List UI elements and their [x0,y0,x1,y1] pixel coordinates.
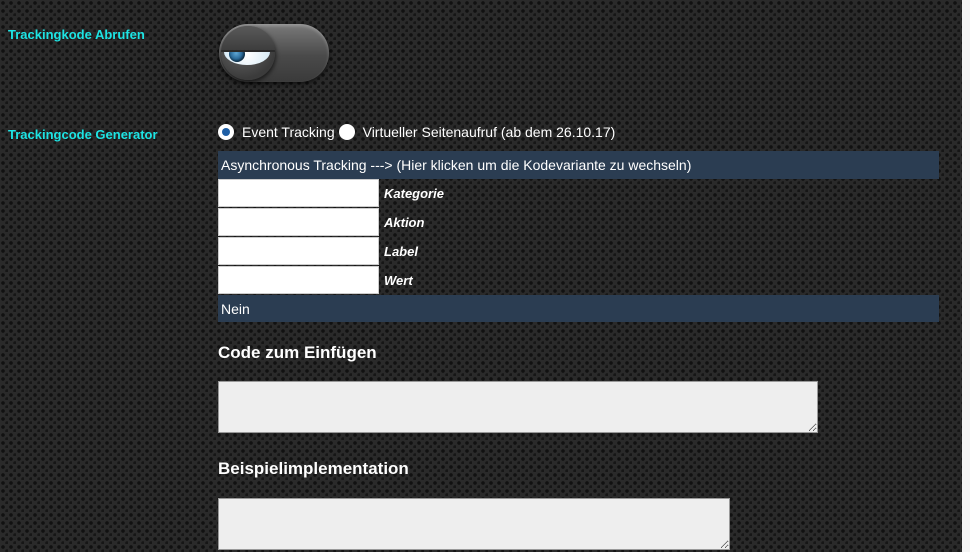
field-row-wert: Wert [218,266,413,294]
kategorie-input[interactable] [218,179,379,207]
field-row-kategorie: Kategorie [218,179,444,207]
eye-icon [221,26,275,80]
label-input[interactable] [218,237,379,265]
non-interaction-select[interactable]: Nein [218,295,939,322]
wert-input[interactable] [218,266,379,294]
field-row-aktion: Aktion [218,208,424,236]
radio-event-tracking[interactable] [218,124,234,140]
tracking-fetch-toggle[interactable] [219,24,329,82]
wert-label: Wert [384,272,413,288]
code-variant-switch-bar[interactable]: Asynchronous Tracking ---> (Hier klicken… [218,151,939,179]
tracking-fetch-label: Trackingkode Abrufen [8,27,145,42]
radio-virtual-pageview[interactable] [338,124,355,140]
tracking-type-radio-group: Event Tracking Virtueller Seitenaufruf (… [218,124,619,140]
label-label: Label [384,243,418,259]
radio-virtual-pageview-label[interactable]: Virtueller Seitenaufruf (ab dem 26.10.17… [363,124,616,140]
aktion-label: Aktion [384,214,425,230]
example-textarea[interactable] [218,498,730,550]
tracking-generator-label: Trackingcode Generator [8,127,158,142]
radio-event-tracking-label[interactable]: Event Tracking [242,124,335,140]
field-row-label: Label [218,237,418,265]
page-scroll-edge [962,0,970,552]
example-heading: Beispielimplementation [218,459,409,478]
aktion-input[interactable] [218,208,379,236]
code-heading: Code zum Einfügen [218,343,377,362]
code-output-textarea[interactable] [218,381,818,433]
kategorie-label: Kategorie [384,185,444,201]
